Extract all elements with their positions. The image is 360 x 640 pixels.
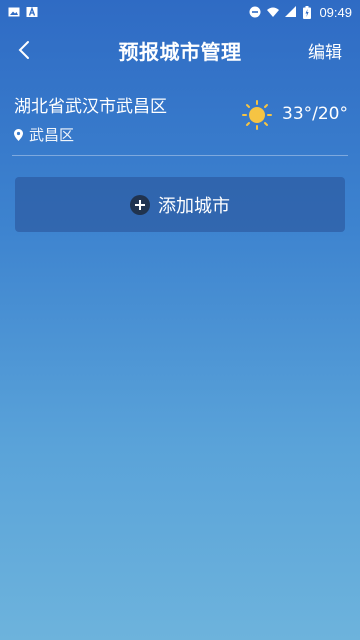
add-city-label: 添加城市 (158, 195, 230, 217)
font-icon (26, 6, 38, 17)
status-time: 09:49 (319, 4, 352, 20)
sun-icon (242, 100, 272, 130)
city-district-label: 武昌区 (29, 126, 75, 144)
city-full-name: 湖北省武汉市武昌区 (14, 97, 167, 117)
city-list-item[interactable]: 湖北省武汉市武昌区 武昌区 33°/20° (12, 80, 348, 156)
plus-circle-icon (130, 194, 150, 215)
add-city-button[interactable]: 添加城市 (15, 177, 345, 232)
chevron-left-icon (18, 41, 29, 59)
status-right: 09:49 (249, 5, 352, 20)
city-location: 武昌区 (14, 124, 74, 145)
edit-button[interactable]: 编辑 (308, 38, 342, 63)
back-button[interactable] (6, 32, 42, 68)
toolbar: 预报城市管理 编辑 (0, 24, 360, 76)
wifi-icon (267, 7, 280, 17)
battery-charging-icon (303, 5, 312, 19)
status-bar: 09:49 (0, 0, 360, 24)
status-left (8, 6, 38, 18)
signal-icon (285, 6, 297, 17)
location-pin-icon (14, 128, 23, 141)
page-title: 预报城市管理 (118, 39, 242, 64)
temperature-range: 33°/20° (282, 104, 348, 124)
image-icon (8, 7, 20, 17)
dnd-icon (249, 6, 261, 18)
